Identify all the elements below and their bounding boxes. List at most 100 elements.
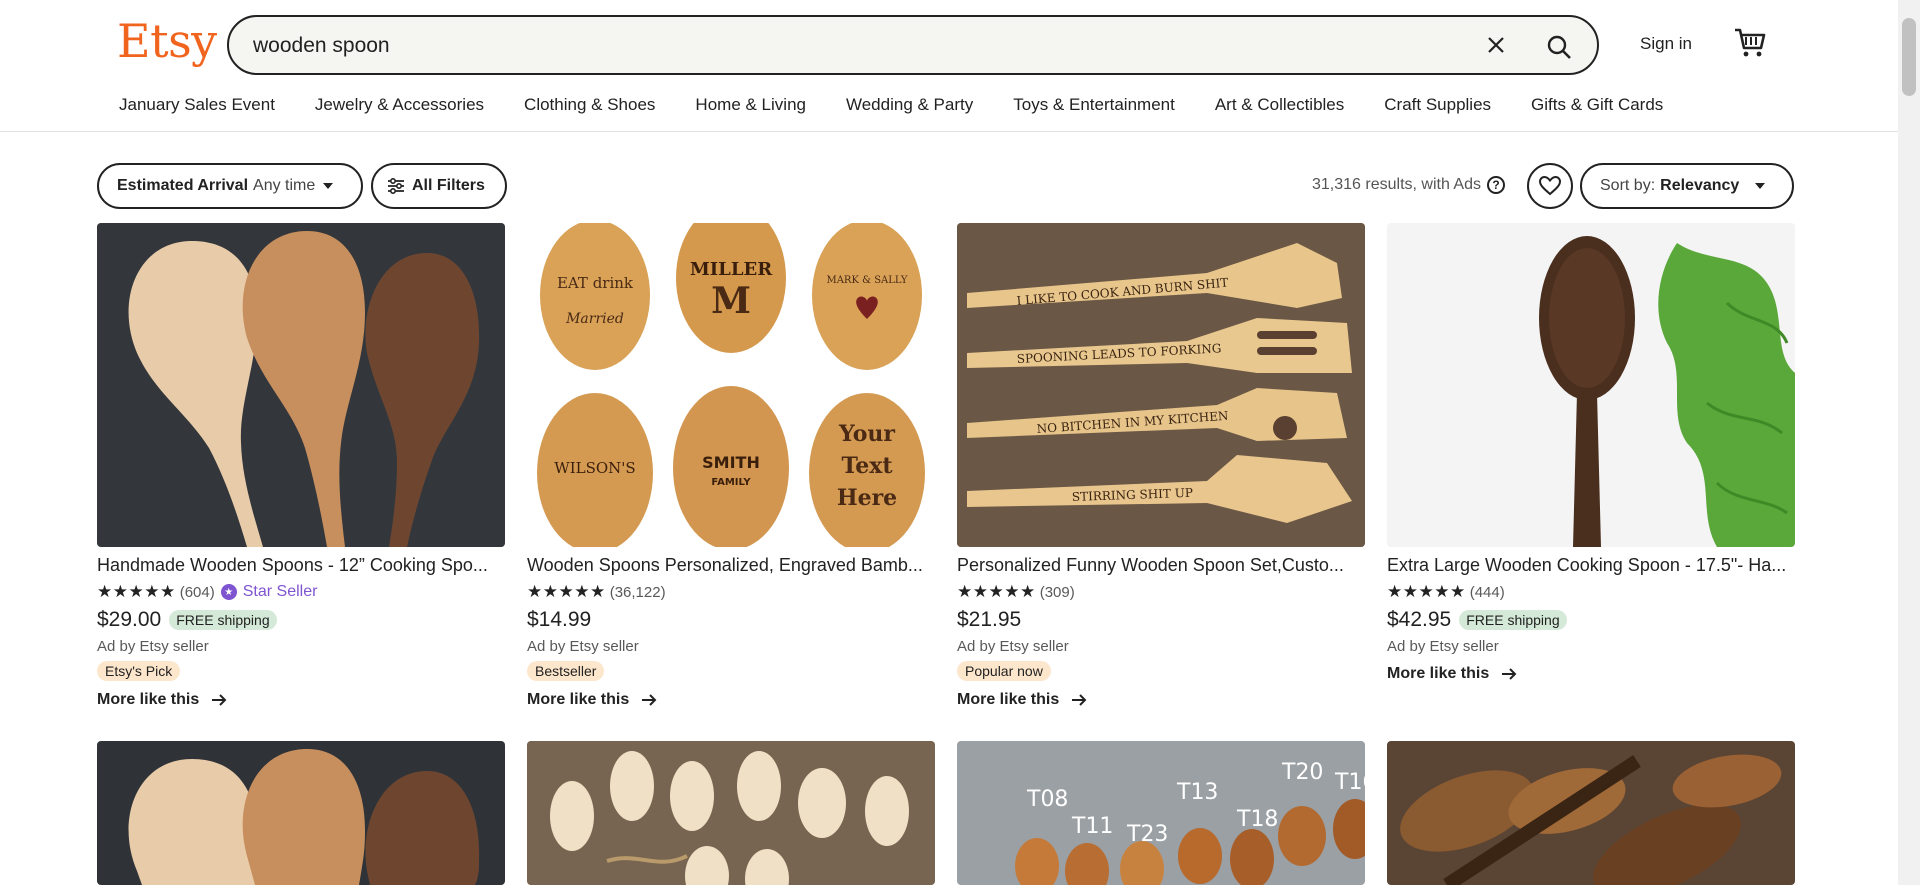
nav-january-sales[interactable]: January Sales Event — [100, 95, 285, 115]
cart-button[interactable] — [1732, 24, 1768, 60]
listing-image[interactable] — [97, 741, 505, 885]
nav-gifts[interactable]: Gifts & Gift Cards — [1521, 95, 1673, 115]
ad-label: Ad by Etsy seller — [1387, 638, 1499, 655]
all-filters-button[interactable]: All Filters — [371, 163, 507, 209]
search-input[interactable]: wooden spoon — [253, 34, 390, 58]
listing-card[interactable]: Extra Large Wooden Cooking Spoon - 17.5"… — [1387, 223, 1795, 683]
listing-rating: ★★★★★ (36,122) — [527, 582, 935, 602]
nav-craft[interactable]: Craft Supplies — [1374, 95, 1501, 115]
svg-text:T23: T23 — [1126, 822, 1168, 847]
listing-card[interactable] — [527, 741, 935, 885]
page-scrollbar[interactable] — [1898, 0, 1920, 885]
close-icon — [1488, 37, 1504, 53]
free-shipping-badge: FREE shipping — [1459, 610, 1567, 630]
favorite-search-button[interactable] — [1527, 163, 1573, 209]
caret-down-icon — [1755, 183, 1766, 189]
etsy-logo[interactable]: Etsy — [117, 14, 217, 68]
more-like-this-link[interactable]: More like this — [97, 691, 505, 709]
caret-down-icon — [323, 183, 334, 189]
listing-image[interactable]: EAT drink Married MILLER M MARK & SALLY … — [527, 223, 935, 547]
results-count: 31,316 results, with Ads ? — [1312, 176, 1505, 194]
listing-card[interactable] — [1387, 741, 1795, 885]
nav-jewelry[interactable]: Jewelry & Accessories — [305, 95, 494, 115]
price-row: $29.00 FREE shipping — [97, 608, 505, 632]
ad-label: Ad by Etsy seller — [527, 638, 639, 655]
results-text: 31,316 results, with Ads — [1312, 176, 1481, 193]
more-like-this-label: More like this — [957, 691, 1060, 708]
review-count: (444) — [1469, 583, 1505, 601]
estimated-arrival-filter[interactable]: Estimated Arrival Any time — [97, 163, 363, 209]
listing-card[interactable] — [97, 741, 505, 885]
listing-card[interactable]: T08 T11 T23 T13 T18 T20 T16 — [957, 741, 1365, 885]
listing-price: $14.99 — [527, 608, 592, 631]
listing-image[interactable] — [97, 223, 505, 547]
arrow-right-icon — [1502, 668, 1517, 680]
category-nav: January Sales Event Jewelry & Accessorie… — [100, 95, 1683, 115]
listing-rating: ★★★★★ (444) — [1387, 582, 1795, 602]
svg-text:T11: T11 — [1071, 814, 1113, 839]
listing-image[interactable] — [1387, 741, 1795, 885]
nav-toys[interactable]: Toys & Entertainment — [1003, 95, 1185, 115]
listing-price: $29.00 — [97, 608, 162, 631]
arrival-value: Any time — [253, 177, 316, 194]
svg-text:MARK & SALLY: MARK & SALLY — [826, 275, 907, 286]
star-rating: ★★★★★ — [527, 582, 606, 601]
sign-in-link[interactable]: Sign in — [1640, 34, 1692, 54]
ad-label: Ad by Etsy seller — [957, 638, 1069, 655]
popular-now-badge: Popular now — [957, 661, 1051, 681]
cart-icon — [1735, 28, 1766, 57]
listing-card[interactable]: I LIKE TO COOK AND BURN SHIT SPOONING LE… — [957, 223, 1365, 709]
listing-image[interactable]: I LIKE TO COOK AND BURN SHIT SPOONING LE… — [957, 223, 1365, 547]
more-like-this-label: More like this — [1387, 665, 1490, 682]
listing-card[interactable]: Handmade Wooden Spoons - 12” Cooking Spo… — [97, 223, 505, 709]
listing-image[interactable] — [1387, 223, 1795, 547]
listing-title[interactable]: Personalized Funny Wooden Spoon Set,Cust… — [957, 555, 1365, 576]
more-like-this-label: More like this — [527, 691, 630, 708]
star-seller-badge: ★ Star Seller — [220, 583, 317, 601]
listing-rating: ★★★★★ (604) ★ Star Seller — [97, 582, 505, 602]
review-count: (309) — [1039, 583, 1075, 601]
svg-text:Your: Your — [838, 421, 895, 447]
listing-image[interactable] — [527, 741, 935, 885]
nav-wedding[interactable]: Wedding & Party — [836, 95, 983, 115]
all-filters-label: All Filters — [412, 177, 485, 194]
search-bar[interactable]: wooden spoon — [227, 15, 1599, 75]
listing-price: $42.95 — [1387, 608, 1452, 631]
listing-title[interactable]: Extra Large Wooden Cooking Spoon - 17.5"… — [1387, 555, 1795, 576]
svg-text:T16: T16 — [1334, 770, 1365, 795]
more-like-this-link[interactable]: More like this — [1387, 665, 1795, 683]
star-rating: ★★★★★ — [1387, 582, 1466, 601]
scrollbar-thumb[interactable] — [1902, 18, 1916, 96]
more-like-this-link[interactable]: More like this — [527, 691, 935, 709]
more-like-this-label: More like this — [97, 691, 200, 708]
arrow-right-icon — [212, 694, 227, 706]
free-shipping-badge: FREE shipping — [169, 610, 277, 630]
star-seller-icon: ★ — [220, 584, 237, 600]
svg-text:WILSON'S: WILSON'S — [554, 459, 635, 477]
listing-image[interactable]: T08 T11 T23 T13 T18 T20 T16 — [957, 741, 1365, 885]
review-count: (36,122) — [609, 583, 666, 601]
svg-text:T18: T18 — [1236, 807, 1278, 832]
svg-text:Text: Text — [841, 453, 893, 479]
arrow-right-icon — [1072, 694, 1087, 706]
svg-text:SMITH: SMITH — [702, 453, 760, 472]
nav-art[interactable]: Art & Collectibles — [1205, 95, 1354, 115]
heart-icon — [1539, 176, 1561, 196]
more-like-this-link[interactable]: More like this — [957, 691, 1365, 709]
help-icon[interactable]: ? — [1486, 176, 1505, 194]
nav-clothing[interactable]: Clothing & Shoes — [514, 95, 665, 115]
arrow-right-icon — [642, 694, 657, 706]
listing-title[interactable]: Wooden Spoons Personalized, Engraved Bam… — [527, 555, 935, 576]
listing-title[interactable]: Handmade Wooden Spoons - 12” Cooking Spo… — [97, 555, 505, 576]
listing-rating: ★★★★★ (309) — [957, 582, 1365, 602]
search-button[interactable] — [1539, 27, 1579, 67]
site-header: Etsy wooden spoon Sign in January Sales … — [0, 0, 1898, 132]
svg-text:T20: T20 — [1281, 760, 1323, 785]
bestseller-badge: Bestseller — [527, 661, 605, 681]
price-row: $42.95 FREE shipping — [1387, 608, 1795, 632]
listing-card[interactable]: EAT drink Married MILLER M MARK & SALLY … — [527, 223, 935, 709]
sort-dropdown[interactable]: Sort by: Relevancy — [1580, 163, 1794, 209]
nav-home-living[interactable]: Home & Living — [685, 95, 816, 115]
clear-search-button[interactable] — [1481, 30, 1511, 60]
filter-icon — [388, 177, 404, 195]
